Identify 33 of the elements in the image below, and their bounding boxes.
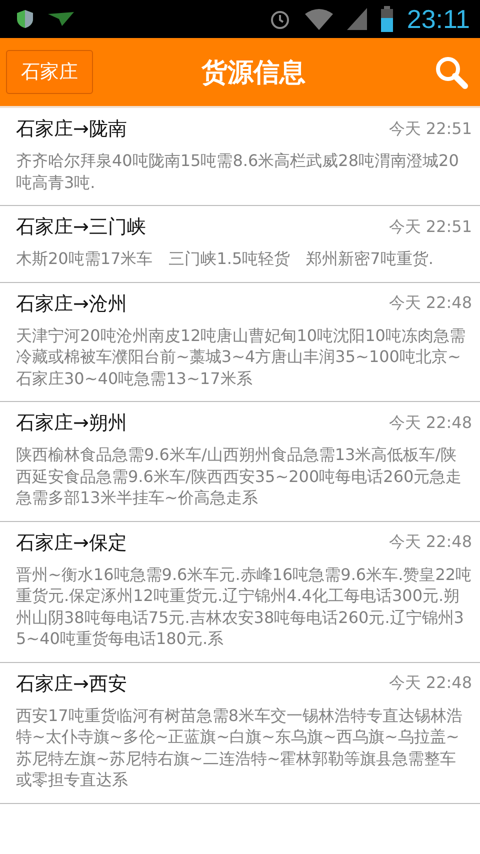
post-time: 今天 22:51 — [388, 216, 472, 238]
page-title: 货源信息 — [200, 56, 306, 90]
wifi-icon — [304, 8, 333, 30]
listing-row[interactable]: 石家庄→西安 今天 22:48 西安17吨重货临河有树苗急需8米车交一锡林浩特专直达锡林浩特~太仆寺旗~多伦~正蓝旗~白旗~东乌旗~西乌旗~乌拉盖~苏尼特左旗~苏尼特右旗~二连浩特~霍林郭勒等旗县急需整车或零担专直达系 — [0, 662, 480, 804]
route-title: 石家庄→朔州 — [16, 411, 127, 436]
listing-row[interactable]: 石家庄→陇南 今天 22:51 齐齐哈尔拜泉40吨陇南15吨需8.6米高栏武威28吨渭南澄城20吨高青3吨. — [0, 108, 480, 206]
clock: 23:11 — [406, 4, 470, 34]
route-title: 石家庄→西安 — [16, 672, 127, 696]
listing-row[interactable]: 石家庄→保定 今天 22:48 晋州~衡水16吨急需9.6米车元.赤峰16吨急需9.6米车.赞皇22吨重货元.保定涿州12吨重货元.辽宁锦州4.4化工每电话300元.朔州山阴38吨每电话75元.吉林农安38吨每电话260元.辽宁锦州35~40吨重货每电话180元.系 — [0, 522, 480, 662]
cargo-details: 木斯20吨需17米车 三门峡1.5吨轻货 郑州新密7吨重货. — [16, 248, 434, 270]
battery-icon — [380, 6, 393, 32]
alarm-icon — [268, 8, 291, 30]
post-time: 今天 22:48 — [388, 673, 472, 694]
search-button[interactable] — [434, 55, 468, 89]
post-time: 今天 22:48 — [388, 532, 472, 553]
post-time: 今天 22:48 — [388, 412, 472, 434]
route-title: 石家庄→保定 — [16, 530, 127, 556]
listing-row[interactable]: 石家庄→沧州 今天 22:48 天津宁河20吨沧州南皮12吨唐山曹妃甸10吨沈阳10吨冻肉急需冷藏或棉被车濮阳台前~藁城3~4方唐山丰润35~100吨北京~石家庄30~40吨急需13~17米系 — [0, 282, 480, 402]
cargo-details: 天津宁河20吨沧州南皮12吨唐山曹妃甸10吨沈阳10吨冻肉急需冷藏或棉被车濮阳台前~藁城3~4方唐山丰润35~100吨北京~石家庄30~40吨急需13~17米系 — [16, 324, 466, 389]
listing-row[interactable]: 石家庄→朔州 今天 22:48 陕西榆林食品急需9.6米车/山西朔州食品急需13米高低板车/陕西延安食品急需9.6米车/陕西西安35~200吨每电话260元急走急需多部13米半挂车~价高急走系 — [0, 402, 480, 522]
signal-icon — [346, 8, 367, 30]
route-title: 石家庄→陇南 — [16, 117, 127, 142]
cargo-details: 西安17吨重货临河有树苗急需8米车交一锡林浩特专直达锡林浩特~太仆寺旗~多伦~正蓝旗~白旗~东乌旗~西乌旗~乌拉盖~苏尼特左旗~苏尼特右旗~二连浩特~霍林郭勒等旗县急需整车或零担专直达系 — [16, 704, 464, 790]
cargo-details: 陕西榆林食品急需9.6米车/山西朔州食品急需13米高低板车/陕西延安食品急需9.6米车/陕西西安35~200吨每电话260元急走急需多部13米半挂车~价高急走系 — [16, 444, 463, 508]
listing-row[interactable]: 石家庄→三门峡 今天 22:51 木斯20吨需17米车 三门峡1.5吨轻货 郑州新密7吨重货. — [0, 206, 480, 282]
shield-icon — [16, 9, 34, 29]
cargo-details: 齐齐哈尔拜泉40吨陇南15吨需8.6米高栏武威28吨渭南澄城20吨高青3吨. — [16, 150, 460, 193]
post-time: 今天 22:48 — [388, 293, 472, 314]
post-time: 今天 22:51 — [388, 118, 472, 140]
route-title: 石家庄→三门峡 — [16, 215, 146, 240]
route-title: 石家庄→沧州 — [16, 292, 127, 316]
cargo-details: 晋州~衡水16吨急需9.6米车元.赤峰16吨急需9.6米车.赞皇22吨重货元.保定涿州12吨重货元.辽宁锦州4.4化工每电话300元.朔州山阴38吨每电话75元.吉林农安38吨每电话260元.辽宁锦州35~40吨重货每电话180元.系 — [16, 564, 472, 650]
paper-plane-icon — [48, 12, 74, 26]
